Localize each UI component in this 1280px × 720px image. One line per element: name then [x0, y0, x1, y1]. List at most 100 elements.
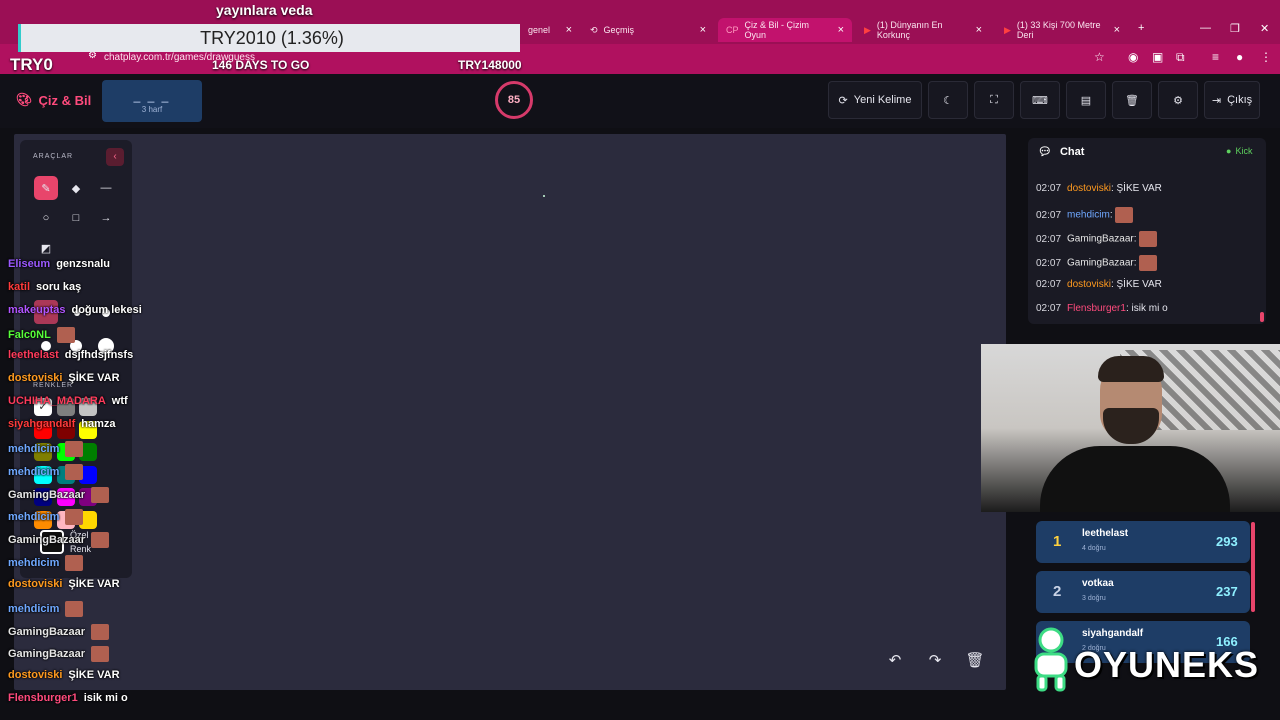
settings-button[interactable]: ⚙ — [1158, 81, 1198, 119]
overlay-chat-message: isik mi o — [83, 692, 128, 705]
new-word-button[interactable]: ⟳ Yeni Kelime — [828, 81, 922, 119]
archive-button[interactable]: ▤ — [1066, 81, 1106, 119]
overlay-chat-user: mehdicim — [8, 465, 60, 478]
chat-user: GamingBazaar — [1067, 257, 1134, 269]
chat-user: mehdicim — [1067, 209, 1110, 221]
emote-icon — [65, 440, 84, 457]
overlay-chat-message: genzsnalu — [56, 258, 110, 270]
paint-bucket-icon: ◩ — [40, 242, 52, 255]
new-tab-icon[interactable]: + — [1138, 22, 1144, 34]
new-word-label: Yeni Kelime — [853, 94, 912, 106]
leaderboard-rank: 2 — [1053, 583, 1062, 600]
overlay-chat-user: dostoviski — [8, 669, 63, 682]
palette-icon: 🎨︎ — [16, 92, 33, 107]
leaderboard-name: siyahgandalf — [1082, 628, 1144, 639]
overlay-chat-message: wtf — [111, 395, 128, 408]
fullscreen-button[interactable]: ⛶ — [974, 81, 1014, 119]
chat-text: ŞİKE VAR — [1116, 183, 1162, 194]
clear-canvas-button[interactable]: 🗑︎ — [962, 648, 988, 672]
emote-icon — [1139, 255, 1158, 271]
leaderboard-name: leethelast — [1082, 528, 1129, 539]
youtube-icon: ▶ — [1004, 24, 1011, 35]
youtube-icon: ▶ — [864, 24, 871, 35]
tab-label: (1) 33 Kişi 700 Metre Deri — [1016, 20, 1101, 40]
rectangle-tool[interactable]: □ — [64, 206, 88, 230]
dark-mode-button[interactable]: ☾ — [928, 81, 968, 119]
chat-time: 02:07 — [1036, 279, 1062, 290]
chat-scrollbar[interactable] — [1260, 312, 1264, 322]
archive-icon: ▤ — [1080, 94, 1092, 107]
profile-avatar-icon[interactable]: ● — [1236, 50, 1243, 64]
word-mask: _ _ _ — [133, 89, 171, 103]
overlay-chat-user: mehdicim — [8, 556, 60, 569]
overlay-chat-line: GamingBazaar — [8, 646, 110, 663]
extensions-puzzle-icon[interactable]: ⧉ — [1176, 50, 1185, 65]
overlay-chat-line: Flensburger1 isik mi o — [8, 692, 128, 704]
pen-tool[interactable]: ✎ — [34, 176, 58, 200]
oyuneks-logo: OYUNEKS — [1074, 644, 1260, 685]
favicon-icon: CP — [726, 25, 739, 35]
overlay-chat-user: dostoviski — [8, 577, 63, 590]
reading-list-icon[interactable]: ≡ — [1212, 50, 1219, 64]
overlay-chat-user: GamingBazaar — [8, 625, 86, 638]
undo-button[interactable]: ↶ — [882, 648, 908, 672]
screen: genel × ⟲ Geçmiş × CP Çiz & Bil - Çizim … — [0, 0, 1280, 720]
chat-user: dostoviski — [1067, 279, 1111, 290]
browser-menu-icon[interactable]: ⋮ — [1260, 50, 1272, 64]
tab-genel[interactable]: genel × — [520, 18, 580, 42]
exit-icon: ⇥ — [1211, 94, 1222, 107]
maximize-icon[interactable]: ❐ — [1230, 22, 1240, 35]
close-icon[interactable]: × — [976, 24, 982, 36]
arrow-tool[interactable]: → — [94, 206, 118, 230]
fill-tool[interactable]: ◩ — [34, 236, 58, 260]
redo-button[interactable]: ↷ — [922, 648, 948, 672]
minimize-icon[interactable]: — — [1200, 22, 1211, 34]
moon-icon: ☾ — [943, 94, 953, 107]
canvas-stroke — [543, 195, 545, 197]
donation-progress-bar: TRY2010 (1.36%) — [18, 24, 520, 52]
chat-message: 02:07 GamingBazaar: — [1036, 231, 1158, 247]
line-tool[interactable]: — — [94, 176, 118, 200]
keyboard-button[interactable]: ⌨ — [1020, 81, 1060, 119]
overlay-chat-message: ŞİKE VAR — [68, 577, 120, 590]
overlay-chat-line: mehdicim — [8, 440, 84, 457]
tab-history[interactable]: ⟲ Geçmiş × — [582, 18, 714, 42]
donation-goal: TRY148000 — [458, 58, 522, 72]
close-icon[interactable]: × — [566, 24, 572, 36]
tab-youtube-2[interactable]: ▶ (1) 33 Kişi 700 Metre Deri × — [996, 18, 1128, 42]
overlay-chat-user: GamingBazaar — [8, 488, 86, 501]
leaderboard-name: votkaa — [1082, 578, 1114, 589]
bookmark-star-icon[interactable]: ☆ — [1094, 50, 1105, 64]
exit-button[interactable]: ⇥ Çıkış — [1204, 81, 1260, 119]
extension-icon[interactable]: ◉ — [1128, 50, 1138, 64]
overlay-chat-line: mehdicim — [8, 509, 84, 526]
overlay-chat-line: Falc0NL — [8, 326, 75, 343]
chat-time: 02:07 — [1036, 257, 1062, 269]
leaderboard-score: 237 — [1216, 584, 1238, 599]
leaderboard-correct: 3 doğru — [1082, 595, 1106, 602]
close-icon[interactable]: × — [1114, 24, 1120, 36]
trash-icon: 🗑︎ — [1125, 94, 1139, 107]
overlay-chat-user: Eliseum — [8, 258, 51, 270]
overlay-chat-message: ŞİKE VAR — [68, 372, 120, 385]
clear-button[interactable]: 🗑︎ — [1112, 81, 1152, 119]
eraser-tool[interactable]: ◆ — [64, 176, 88, 200]
overlay-chat-line: katil soru kaş — [8, 281, 81, 293]
tab-youtube-1[interactable]: ▶ (1) Dünyanın En Korkunç × — [856, 18, 990, 42]
chat-text: ŞİKE VAR — [1116, 279, 1162, 290]
collapse-tools-button[interactable]: ‹ — [106, 148, 124, 166]
close-icon[interactable]: × — [700, 24, 706, 36]
chat-title: Chat — [1059, 145, 1085, 158]
kick-status: ● Kick — [1226, 146, 1252, 156]
drawing-canvas[interactable] — [14, 134, 1006, 690]
line-icon: — — [100, 182, 112, 194]
chat-text: isik mi o — [1131, 303, 1168, 314]
window-close-icon[interactable]: ✕ — [1260, 22, 1269, 35]
tab-ciz-bil[interactable]: CP Çiz & Bil - Çizim Oyun × — [718, 18, 852, 42]
leaderboard-scrollbar[interactable] — [1251, 522, 1255, 612]
close-icon[interactable]: × — [838, 24, 844, 36]
overlay-chat-user: siyahgandalf — [8, 417, 76, 430]
app-brand[interactable]: 🎨︎ Çiz & Bil — [16, 92, 91, 108]
circle-tool[interactable]: ○ — [34, 206, 58, 230]
extension-icon[interactable]: ▣ — [1152, 50, 1163, 64]
